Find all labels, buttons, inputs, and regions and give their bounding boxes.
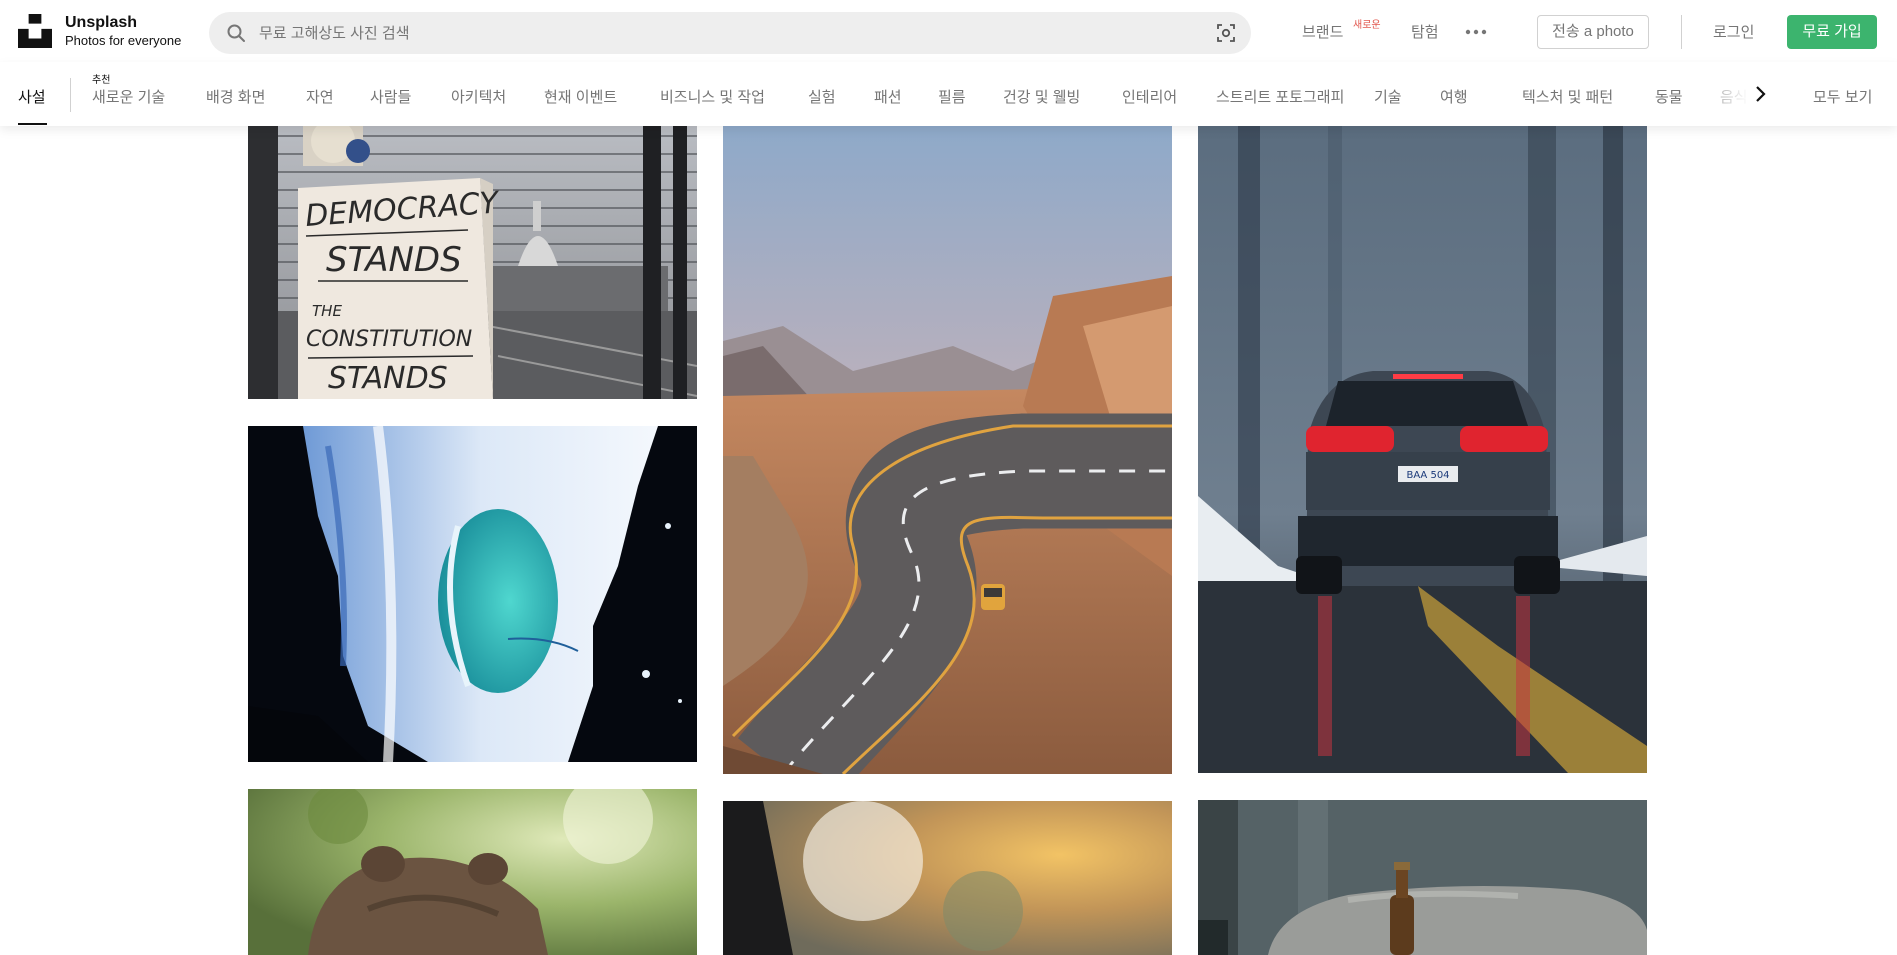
tab-editorial[interactable]: 사설 [18, 86, 46, 107]
visual-search-icon[interactable] [1216, 23, 1236, 43]
tab-current-events[interactable]: 현재 이벤트 [544, 86, 617, 107]
tab-textures[interactable]: 텍스처 및 패턴 [1522, 86, 1613, 107]
more-icon[interactable] [1464, 22, 1488, 42]
search-icon[interactable] [226, 23, 246, 43]
search-input[interactable] [259, 12, 1159, 54]
chevron-right-icon[interactable] [1753, 84, 1769, 104]
tab-architecture[interactable]: 아키텍처 [451, 86, 506, 107]
photo-glacier-aerial[interactable] [248, 426, 697, 762]
brand-name: Unsplash [65, 14, 138, 31]
join-button[interactable]: 무료 가입 [1787, 15, 1877, 49]
tab-interiors[interactable]: 인테리어 [1122, 86, 1177, 107]
tab-travel[interactable]: 여행 [1440, 86, 1468, 107]
tab-business[interactable]: 비즈니스 및 작업 [660, 86, 765, 107]
tab-health[interactable]: 건강 및 웰빙 [1003, 86, 1080, 107]
sign-line-3: THE [312, 302, 342, 320]
tab-separator [70, 78, 71, 112]
top-header: Unsplash Photos for everyone 브랜드 새로운 탐험 … [0, 0, 1897, 62]
brand-tagline: Photos for everyone [65, 33, 182, 48]
login-link[interactable]: 로그인 [1713, 21, 1754, 42]
tab-people[interactable]: 사람들 [370, 86, 411, 107]
tab-new-tech[interactable]: 새로운 기술 [92, 86, 165, 107]
photo-winding-road[interactable] [723, 126, 1172, 774]
sign-line-5: STANDS [328, 361, 448, 396]
photo-democracy-sign[interactable]: DEMOCRACY STANDS THE CONSTITUTION STANDS [248, 126, 697, 399]
category-tabs: 사설 추천 새로운 기술 배경 화면 자연 사람들 아키텍처 현재 이벤트 비즈… [0, 62, 1897, 126]
license-plate: BAA 504 [1406, 470, 1449, 481]
new-badge: 새로운 [1353, 20, 1381, 31]
tab-fashion[interactable]: 패션 [874, 86, 902, 107]
photo-car-foggy-road[interactable]: BAA 504 [1198, 126, 1647, 773]
nav-brands[interactable]: 브랜드 [1302, 21, 1343, 42]
tab-film[interactable]: 필름 [938, 86, 966, 107]
tab-street-photography[interactable]: 스트리트 포토그래피 [1216, 86, 1344, 107]
photo-bear[interactable] [248, 789, 697, 955]
active-tab-indicator [18, 123, 47, 125]
view-all-link[interactable]: 모두 보기 [1813, 86, 1872, 107]
brand-block[interactable]: Unsplash Photos for everyone [65, 14, 181, 49]
search-bar [209, 12, 1251, 54]
submit-photo-button[interactable]: 전송 a photo [1537, 15, 1649, 49]
photo-bottle-on-rock[interactable] [1198, 800, 1647, 955]
recommended-caption: 추천 [92, 75, 111, 86]
nav-explore[interactable]: 탐험 [1411, 21, 1439, 42]
tab-wallpapers[interactable]: 배경 화면 [206, 86, 265, 107]
header-divider [1681, 15, 1682, 49]
sign-line-4: CONSTITUTION [306, 327, 472, 352]
photo-blurred-window[interactable] [723, 801, 1172, 955]
tab-animals[interactable]: 동물 [1655, 86, 1683, 107]
sign-line-2: STANDS [326, 240, 462, 280]
tab-experimental[interactable]: 실험 [808, 86, 836, 107]
logo-icon[interactable] [18, 14, 52, 48]
tab-nature[interactable]: 자연 [306, 86, 334, 107]
tab-technology[interactable]: 기술 [1374, 86, 1402, 107]
